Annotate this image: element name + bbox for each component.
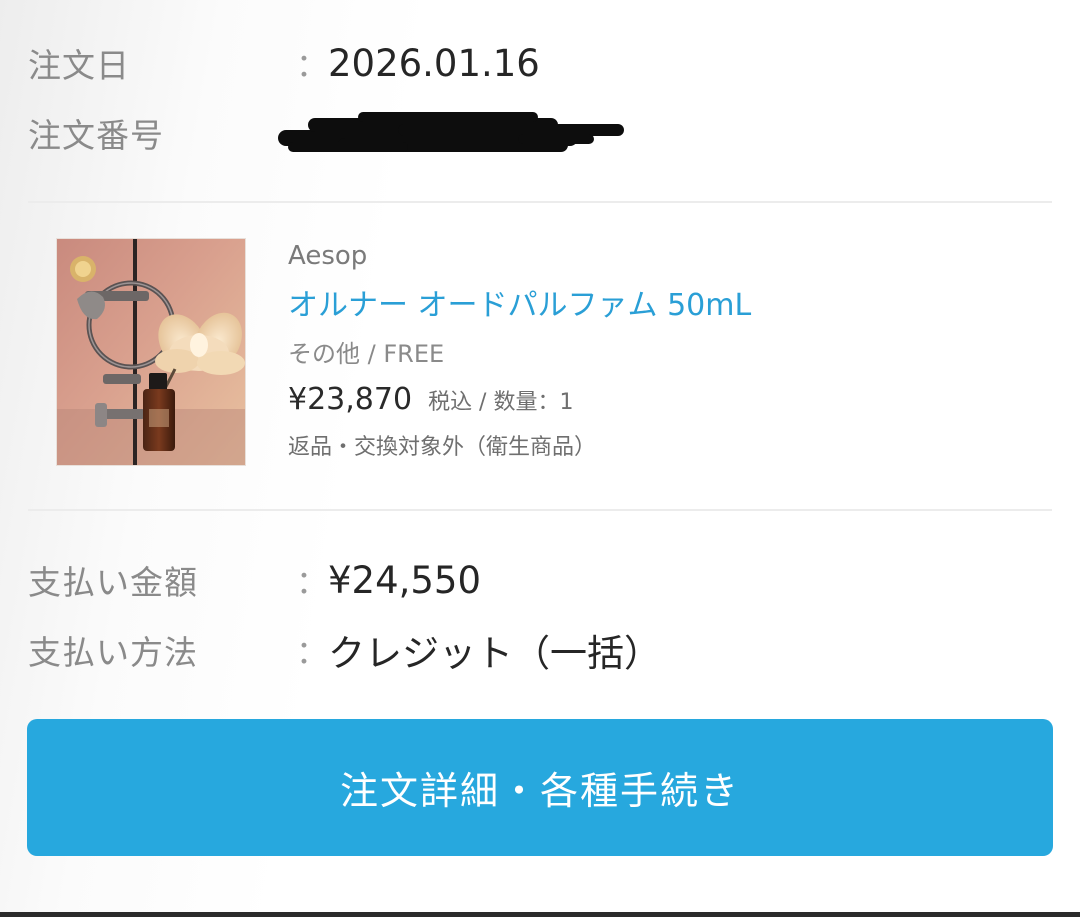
product-variant: その他 / FREE	[288, 340, 445, 368]
separator: ：	[296, 46, 329, 84]
order-details-button-label: 注文詳細・各種手続き	[339, 769, 740, 813]
perfume-bottle-photo-icon	[57, 239, 245, 465]
order-number-label: 注文番号	[28, 116, 164, 155]
order-details-button[interactable]: 注文詳細・各種手続き	[27, 719, 1053, 856]
return-policy-note: 返品・交換対象外（衛生商品）	[288, 435, 597, 460]
payment-amount-label: 支払い金額	[28, 563, 198, 602]
divider-top	[28, 201, 1052, 203]
order-number-row: 注文番号	[28, 98, 630, 168]
price-line: ¥23,870 税込 / 数量：1	[288, 374, 751, 426]
payment-amount-value: ¥24,550	[328, 558, 482, 602]
order-number-redaction	[278, 110, 630, 156]
order-date-row: 注文日 ： 2026.01.16	[28, 28, 540, 98]
product-brand: Aesop	[288, 241, 368, 271]
price-tax-quantity: 税込 / 数量：1	[428, 390, 574, 415]
product-name-link[interactable]: オルナー オードパルファム 50mL	[288, 280, 751, 332]
bottom-edge	[0, 912, 1080, 917]
payment-method-value: クレジット（一括）	[328, 632, 661, 675]
divider-bottom	[28, 509, 1052, 511]
order-date-value: 2026.01.16	[328, 41, 540, 85]
payment-method-row: 支払い方法 ： クレジット（一括）	[28, 615, 661, 685]
payment-amount-row: 支払い金額 ： ¥24,550	[28, 545, 481, 615]
order-date-label: 注文日	[28, 46, 130, 85]
separator: ：	[296, 633, 329, 671]
product-price: ¥23,870	[288, 382, 413, 417]
product-info: Aesop オルナー オードパルファム 50mL その他 / FREE ¥23,…	[288, 238, 751, 470]
product-image[interactable]	[56, 238, 246, 466]
separator: ：	[296, 563, 329, 601]
payment-method-label: 支払い方法	[28, 633, 198, 672]
